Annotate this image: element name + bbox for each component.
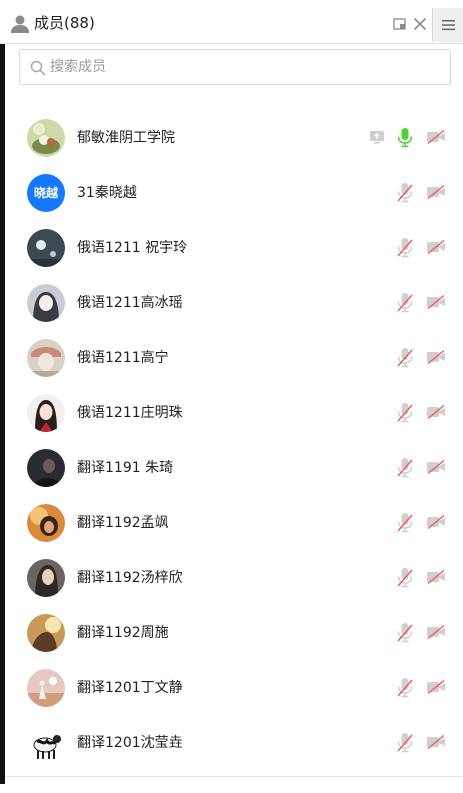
microphone-muted-icon[interactable] <box>396 732 414 753</box>
camera-off-icon[interactable] <box>426 184 446 200</box>
microphone-icon[interactable] <box>396 127 414 148</box>
avatar <box>27 724 65 762</box>
avatar: 晓越 <box>27 174 65 212</box>
camera-off-icon[interactable] <box>426 514 446 530</box>
camera-off-icon[interactable] <box>426 734 446 750</box>
camera-off-icon[interactable] <box>426 459 446 475</box>
member-name: 翻译1201沈莹垚 <box>77 735 183 751</box>
avatar <box>27 119 65 157</box>
avatar <box>27 284 65 322</box>
panel-header: 成员(88) <box>0 0 463 44</box>
popout-icon[interactable] <box>393 17 407 31</box>
camera-off-icon[interactable] <box>426 349 446 365</box>
member-row[interactable]: 翻译1191 朱琦 <box>5 440 463 495</box>
camera-off-icon[interactable] <box>426 129 446 145</box>
avatar <box>27 504 65 542</box>
microphone-muted-icon[interactable] <box>396 402 414 423</box>
microphone-muted-icon[interactable] <box>396 347 414 368</box>
camera-off-icon[interactable] <box>426 404 446 420</box>
member-row[interactable]: 翻译1201丁文静 <box>5 660 463 715</box>
camera-off-icon[interactable] <box>426 624 446 640</box>
screen-share-icon[interactable] <box>369 129 385 145</box>
avatar <box>27 229 65 267</box>
search-icon <box>30 60 46 76</box>
member-row[interactable]: 俄语1211 祝宇玲 <box>5 220 463 275</box>
members-panel: 成员(88) 郁敏淮阴工学院晓越 31秦晓越俄语1211 祝宇玲俄语1211高冰瑶… <box>0 0 463 793</box>
camera-off-icon[interactable] <box>426 239 446 255</box>
member-row[interactable]: 翻译1192孟飒 <box>5 495 463 550</box>
member-row[interactable]: 俄语1211高冰瑶 <box>5 275 463 330</box>
member-name: 翻译1192汤梓欣 <box>77 570 183 586</box>
avatar <box>27 449 65 487</box>
microphone-muted-icon[interactable] <box>396 182 414 203</box>
search-box[interactable] <box>19 49 451 85</box>
camera-off-icon[interactable] <box>426 569 446 585</box>
user-icon <box>11 15 29 33</box>
member-name: 翻译1192周施 <box>77 625 169 641</box>
microphone-muted-icon[interactable] <box>396 622 414 643</box>
panel-title: 成员(88) <box>34 14 95 32</box>
member-row[interactable]: 郁敏淮阴工学院 <box>5 110 463 165</box>
avatar <box>27 339 65 377</box>
member-name: 俄语1211庄明珠 <box>77 405 183 421</box>
avatar <box>27 394 65 432</box>
member-row[interactable]: 俄语1211高宁 <box>5 330 463 385</box>
member-name: 31秦晓越 <box>77 185 137 201</box>
member-row[interactable]: 晓越 31秦晓越 <box>5 165 463 220</box>
member-row[interactable]: 俄语1211庄明珠 <box>5 385 463 440</box>
avatar <box>27 559 65 597</box>
member-name: 俄语1211 祝宇玲 <box>77 240 188 256</box>
avatar <box>27 614 65 652</box>
microphone-muted-icon[interactable] <box>396 292 414 313</box>
microphone-muted-icon[interactable] <box>396 567 414 588</box>
hamburger-icon <box>442 20 455 31</box>
microphone-muted-icon[interactable] <box>396 457 414 478</box>
member-name: 郁敏淮阴工学院 <box>77 130 175 146</box>
member-name: 翻译1192孟飒 <box>77 515 169 531</box>
member-row[interactable]: 翻译1201沈莹垚 <box>5 715 463 770</box>
camera-off-icon[interactable] <box>426 679 446 695</box>
member-name: 俄语1211高宁 <box>77 350 169 366</box>
avatar <box>27 669 65 707</box>
search-input[interactable] <box>50 50 440 84</box>
microphone-muted-icon[interactable] <box>396 512 414 533</box>
camera-off-icon[interactable] <box>426 294 446 310</box>
microphone-muted-icon[interactable] <box>396 237 414 258</box>
menu-button[interactable] <box>432 8 463 42</box>
member-name: 翻译1191 朱琦 <box>77 460 174 476</box>
member-name: 俄语1211高冰瑶 <box>77 295 183 311</box>
bottom-divider <box>5 776 463 777</box>
member-list: 郁敏淮阴工学院晓越 31秦晓越俄语1211 祝宇玲 俄语1211高冰瑶 俄语1211高… <box>5 110 463 776</box>
close-icon[interactable] <box>412 16 428 32</box>
member-name: 翻译1201丁文静 <box>77 680 183 696</box>
microphone-muted-icon[interactable] <box>396 677 414 698</box>
member-row[interactable]: 翻译1192周施 <box>5 605 463 660</box>
member-row[interactable]: 翻译1192汤梓欣 <box>5 550 463 605</box>
